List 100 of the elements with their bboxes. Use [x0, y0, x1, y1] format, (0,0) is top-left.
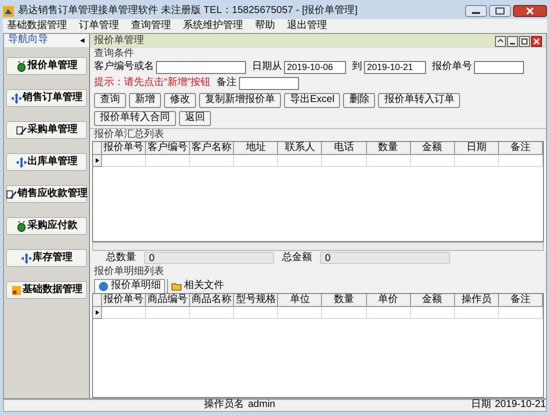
- action-button[interactable]: 查询: [94, 92, 126, 108]
- field-label: 客户编号或名: [94, 60, 154, 74]
- table-cell[interactable]: [498, 155, 543, 167]
- maximize-icon[interactable]: [489, 5, 511, 17]
- action-button[interactable]: 删除: [343, 92, 376, 108]
- table-cell[interactable]: [278, 155, 322, 167]
- beetle-icon: [16, 60, 26, 72]
- column-header[interactable]: 数量: [366, 142, 411, 155]
- menu-item[interactable]: 帮助: [255, 20, 275, 32]
- column-header[interactable]: 商品名称: [190, 294, 234, 307]
- collapse-button[interactable]: ◂: [80, 34, 85, 46]
- field-label: 备注: [216, 76, 237, 90]
- column-header[interactable]: 报价单号: [102, 294, 146, 307]
- four-arrows-icon: [10, 92, 22, 104]
- hint-text: 提示：请先点击“新增”按钮: [94, 76, 211, 90]
- menu-item[interactable]: 退出管理: [287, 20, 327, 32]
- input-field[interactable]: 2019-10-06: [284, 60, 346, 74]
- nav-button[interactable]: 出库单管理: [6, 153, 87, 171]
- tab[interactable]: 报价单明细: [94, 279, 165, 293]
- app-icon: [3, 6, 14, 16]
- action-button[interactable]: 新增: [129, 92, 161, 108]
- column-header[interactable]: 客户编号: [146, 142, 190, 155]
- globe-icon: [98, 281, 109, 292]
- table-cell[interactable]: [190, 307, 234, 319]
- pencil-icon: [6, 188, 16, 200]
- table-cell[interactable]: [190, 155, 234, 167]
- close-icon[interactable]: [531, 36, 542, 46]
- input-field[interactable]: 2019-10-21: [364, 60, 426, 74]
- table-cell[interactable]: [410, 307, 455, 319]
- four-arrows-icon: [16, 156, 26, 168]
- action-button[interactable]: 修改: [164, 92, 196, 108]
- column-header[interactable]: 操作员: [454, 294, 499, 307]
- action-button[interactable]: 导出Excel: [284, 92, 340, 108]
- close-icon[interactable]: [513, 5, 547, 17]
- column-header[interactable]: 备注: [498, 294, 543, 307]
- blocks-icon: [10, 284, 22, 296]
- table-cell[interactable]: [102, 307, 146, 319]
- table-cell[interactable]: [278, 307, 322, 319]
- table-cell[interactable]: [146, 307, 190, 319]
- column-header[interactable]: 商品编号: [146, 294, 190, 307]
- status-label: 日期: [470, 399, 491, 412]
- input-field[interactable]: [156, 60, 246, 74]
- column-header[interactable]: 单位: [278, 294, 322, 307]
- column-header[interactable]: 日期: [454, 142, 499, 155]
- status-value: 2019-10-21: [494, 399, 546, 412]
- column-header[interactable]: 金额: [410, 294, 455, 307]
- table-cell[interactable]: [102, 155, 146, 167]
- table-cell[interactable]: [322, 155, 367, 167]
- table-cell[interactable]: [366, 307, 411, 319]
- table-cell[interactable]: [410, 155, 455, 167]
- status-value: admin: [248, 399, 276, 412]
- menu-item[interactable]: 订单管理: [79, 20, 119, 32]
- action-button[interactable]: 复制新增报价单: [199, 92, 281, 108]
- column-header[interactable]: 联系人: [278, 142, 322, 155]
- current-row-icon: [94, 309, 100, 316]
- menu-item[interactable]: 系统维护管理: [183, 20, 243, 32]
- nav-button[interactable]: 采购应付款: [6, 217, 87, 235]
- action-button[interactable]: 报价单转入订单: [378, 92, 460, 108]
- nav-button[interactable]: 销售订单管理: [6, 89, 87, 107]
- action-button[interactable]: 报价单转入合同: [94, 110, 176, 126]
- menu-item[interactable]: 查询管理: [131, 20, 171, 32]
- table-cell[interactable]: [454, 155, 499, 167]
- table-cell[interactable]: [146, 155, 190, 167]
- column-header[interactable]: 金额: [410, 142, 455, 155]
- group-title: 查询条件: [94, 48, 135, 60]
- column-header[interactable]: 电话: [322, 142, 367, 155]
- column-header[interactable]: 报价单号: [102, 142, 146, 155]
- nav-button[interactable]: 库存管理: [6, 249, 87, 267]
- column-header[interactable]: 数量: [322, 294, 367, 307]
- tab[interactable]: 相关文件: [167, 279, 227, 293]
- input-field[interactable]: [474, 60, 524, 74]
- column-header[interactable]: 型号规格: [234, 294, 278, 307]
- menu-item[interactable]: 基础数据管理: [7, 20, 67, 32]
- total-value: 0: [144, 252, 274, 264]
- minimize-icon[interactable]: [507, 36, 518, 46]
- column-header[interactable]: 地址: [234, 142, 278, 155]
- table-cell[interactable]: [454, 307, 499, 319]
- minimize-icon[interactable]: [465, 5, 487, 17]
- maximize-icon[interactable]: [519, 36, 530, 46]
- column-header[interactable]: 备注: [498, 142, 543, 155]
- nav-button[interactable]: 采购单管理: [6, 121, 87, 139]
- navigation-title: 导航向导: [8, 34, 48, 47]
- table-cell[interactable]: [234, 307, 278, 319]
- column-header[interactable]: 客户名称: [190, 142, 234, 155]
- field-label: 到: [352, 60, 362, 74]
- input-field[interactable]: [238, 76, 299, 90]
- table-cell[interactable]: [498, 307, 543, 319]
- child-window-title: 报价单管理: [94, 34, 144, 48]
- action-button[interactable]: 返回: [179, 110, 211, 126]
- table-cell[interactable]: [322, 307, 367, 319]
- nav-button[interactable]: 报价单管理: [6, 57, 87, 75]
- restore-icon[interactable]: [495, 36, 506, 46]
- column-header[interactable]: 单价: [366, 294, 411, 307]
- status-label: 操作员名: [204, 399, 244, 412]
- table-cell[interactable]: [366, 155, 411, 167]
- pencil-icon: [16, 124, 26, 136]
- field-label: 报价单号: [432, 60, 472, 74]
- nav-button[interactable]: 销售应收款管理: [6, 185, 87, 203]
- table-cell[interactable]: [234, 155, 278, 167]
- nav-button[interactable]: 基础数据管理: [6, 281, 87, 299]
